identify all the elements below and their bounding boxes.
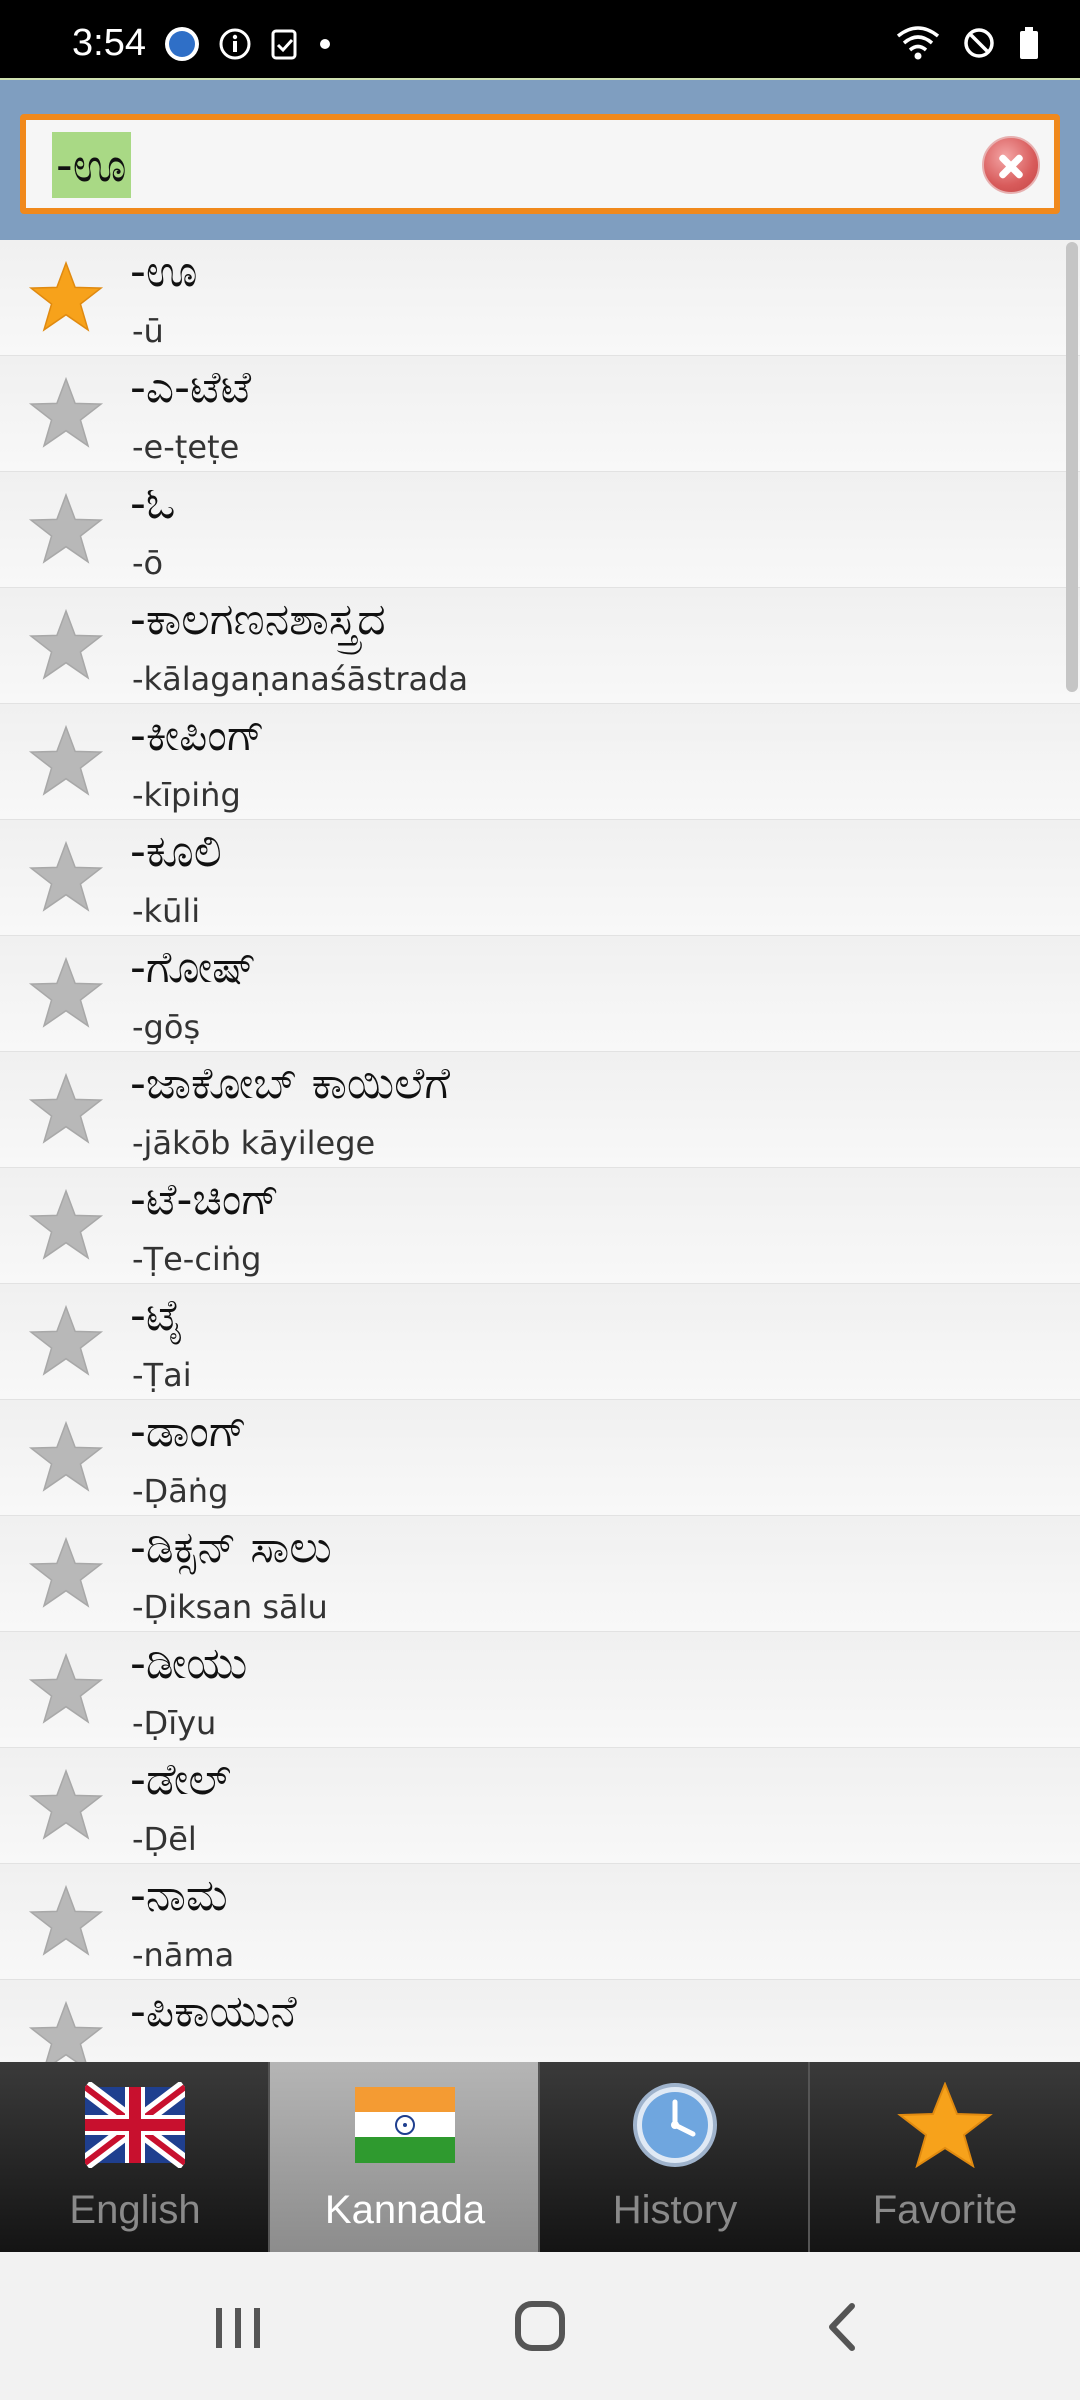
- info-icon: [219, 28, 251, 60]
- star-outline-icon[interactable]: [28, 1652, 104, 1728]
- word-kannada: -ಊ: [130, 246, 198, 297]
- list-item[interactable]: -ಟೈ -Ṭai: [0, 1284, 1080, 1400]
- word-transliteration: -ū: [132, 312, 164, 350]
- search-query[interactable]: -ಊ: [52, 132, 131, 198]
- home-icon[interactable]: [500, 2292, 580, 2362]
- list-item[interactable]: -ಡೇಲ್ -Ḍēl: [0, 1748, 1080, 1864]
- list-item[interactable]: -ಟೆ-ಚಿಂಗ್ -Ṭe-ciṅg: [0, 1168, 1080, 1284]
- star-outline-icon[interactable]: [28, 1420, 104, 1496]
- clipboard-check-icon: [271, 29, 297, 60]
- star-outline-icon[interactable]: [28, 1768, 104, 1844]
- word-kannada: -ಟೆ-ಚಿಂಗ್: [130, 1174, 280, 1225]
- app-notification-icon: [165, 27, 199, 61]
- search-input[interactable]: -ಊ: [20, 114, 1060, 214]
- list-item[interactable]: -ನಾಮ -nāma: [0, 1864, 1080, 1980]
- battery-icon: [1020, 27, 1038, 59]
- word-kannada: -ಎ-ಟೆಟೆ: [130, 362, 252, 413]
- word-kannada: -ಡಿಕ್ಸನ್ ಸಾಲು: [130, 1522, 332, 1573]
- star-outline-icon[interactable]: [28, 1304, 104, 1380]
- system-icons: [896, 26, 1040, 60]
- india-flag-icon: [355, 2087, 455, 2163]
- list-item[interactable]: -ಕಾಲಗಣನಶಾಸ್ತ್ರದ -kālagaṇanaśāstrada: [0, 588, 1080, 704]
- list-item[interactable]: -ಗೋಷ್ -gōṣ: [0, 936, 1080, 1052]
- tab-english[interactable]: English: [0, 2062, 270, 2252]
- list-item[interactable]: -ಎ-ಟೆಟೆ -e-ṭeṭe: [0, 356, 1080, 472]
- star-outline-icon[interactable]: [28, 376, 104, 452]
- word-kannada: -ಕಾಲಗಣನಶಾಸ್ತ್ರದ: [130, 594, 386, 645]
- list-item[interactable]: -ಕೂಲಿ -kūli: [0, 820, 1080, 936]
- word-transliteration: -e-ṭeṭe: [132, 428, 240, 466]
- star-outline-icon[interactable]: [28, 724, 104, 800]
- do-not-disturb-icon: [964, 28, 994, 58]
- status-bar: 3:54: [0, 0, 1080, 78]
- tab-label: Favorite: [872, 2188, 1018, 2232]
- word-transliteration: -Ṭai: [132, 1356, 192, 1394]
- word-transliteration: -Ḍīyu: [132, 1704, 217, 1742]
- system-nav-bar: [0, 2252, 1080, 2400]
- bottom-tab-bar: English Kannada History Favorite: [0, 2062, 1080, 2252]
- tab-label: Kannada: [324, 2188, 486, 2232]
- tab-favorite[interactable]: Favorite: [810, 2062, 1080, 2252]
- notification-icons: [164, 26, 332, 62]
- tab-history[interactable]: History: [540, 2062, 810, 2252]
- word-transliteration: -kālagaṇanaśāstrada: [132, 660, 469, 698]
- word-kannada: -ಪಿಕಾಯುನೆ: [130, 1986, 297, 2037]
- word-kannada: -ಡೇಲ್: [130, 1754, 232, 1805]
- word-kannada: -ಡೀಯು: [130, 1638, 248, 1689]
- word-transliteration: -Ṭe-ciṅg: [132, 1240, 262, 1278]
- star-outline-icon[interactable]: [28, 2000, 104, 2062]
- list-item[interactable]: -ಊ -ū: [0, 240, 1080, 356]
- tab-kannada[interactable]: Kannada: [270, 2062, 540, 2252]
- tab-label: English: [69, 2188, 201, 2232]
- list-item[interactable]: -ಪಿಕಾಯುನೆ: [0, 1980, 1080, 2062]
- list-item[interactable]: -ಜಾಕೋಬ್ ಕಾಯಿಲೆಗೆ -jākōb kāyilege: [0, 1052, 1080, 1168]
- word-transliteration: -kīpiṅg: [132, 776, 241, 814]
- star-icon: [897, 2082, 993, 2168]
- word-transliteration: -nāma: [132, 1936, 235, 1974]
- list-item[interactable]: -ಡಿಕ್ಸನ್ ಸಾಲು -Ḍiksan sālu: [0, 1516, 1080, 1632]
- word-transliteration: -kūli: [132, 892, 201, 930]
- word-kannada: -ಗೋಷ್: [130, 942, 257, 993]
- star-outline-icon[interactable]: [28, 1072, 104, 1148]
- word-list[interactable]: -ಊ -ū -ಎ-ಟೆಟೆ -e-ṭeṭe -ಓ -ō -ಕಾಲಗಣನಶಾಸ್ತ್ರದ -kā…: [0, 240, 1080, 2062]
- word-kannada: -ನಾಮ: [130, 1870, 228, 1921]
- star-outline-icon[interactable]: [28, 1536, 104, 1612]
- star-outline-icon[interactable]: [28, 608, 104, 684]
- star-filled-icon[interactable]: [28, 260, 104, 336]
- list-item[interactable]: -ಡಾಂಗ್ -Ḍāṅg: [0, 1400, 1080, 1516]
- star-outline-icon[interactable]: [28, 956, 104, 1032]
- word-transliteration: -ō: [132, 544, 164, 582]
- star-outline-icon[interactable]: [28, 492, 104, 568]
- list-item[interactable]: -ಡೀಯು -Ḍīyu: [0, 1632, 1080, 1748]
- clear-search-button[interactable]: [982, 136, 1040, 194]
- word-kannada: -ಜಾಕೋಬ್ ಕಾಯಿಲೆಗೆ: [130, 1058, 450, 1109]
- word-transliteration: -Ḍiksan sālu: [132, 1588, 328, 1626]
- word-transliteration: -Ḍāṅg: [132, 1472, 229, 1510]
- word-kannada: -ಟೈ: [130, 1290, 184, 1341]
- word-kannada: -ಡಾಂಗ್: [130, 1406, 247, 1457]
- star-outline-icon[interactable]: [28, 1188, 104, 1264]
- scrollbar[interactable]: [1066, 242, 1078, 692]
- wifi-icon: [896, 26, 940, 60]
- word-kannada: -ಕೂಲಿ: [130, 826, 222, 877]
- list-item[interactable]: -ಕೀಪಿಂಗ್ -kīpiṅg: [0, 704, 1080, 820]
- word-kannada: -ಕೀಪಿಂಗ್: [130, 710, 265, 761]
- search-header: -ಊ: [0, 78, 1080, 240]
- dot-icon: [320, 39, 330, 49]
- uk-flag-icon: [85, 2082, 185, 2168]
- back-icon[interactable]: [802, 2292, 882, 2362]
- word-transliteration: -Ḍēl: [132, 1820, 197, 1858]
- star-outline-icon[interactable]: [28, 840, 104, 916]
- word-kannada: -ಓ: [130, 478, 176, 529]
- clock-icon: [633, 2083, 717, 2167]
- word-transliteration: -jākōb kāyilege: [132, 1124, 376, 1162]
- recent-apps-icon[interactable]: [198, 2292, 278, 2362]
- list-item[interactable]: -ಓ -ō: [0, 472, 1080, 588]
- word-transliteration: -gōṣ: [132, 1008, 201, 1046]
- star-outline-icon[interactable]: [28, 1884, 104, 1960]
- tab-label: History: [612, 2188, 738, 2232]
- status-time: 3:54: [72, 22, 146, 64]
